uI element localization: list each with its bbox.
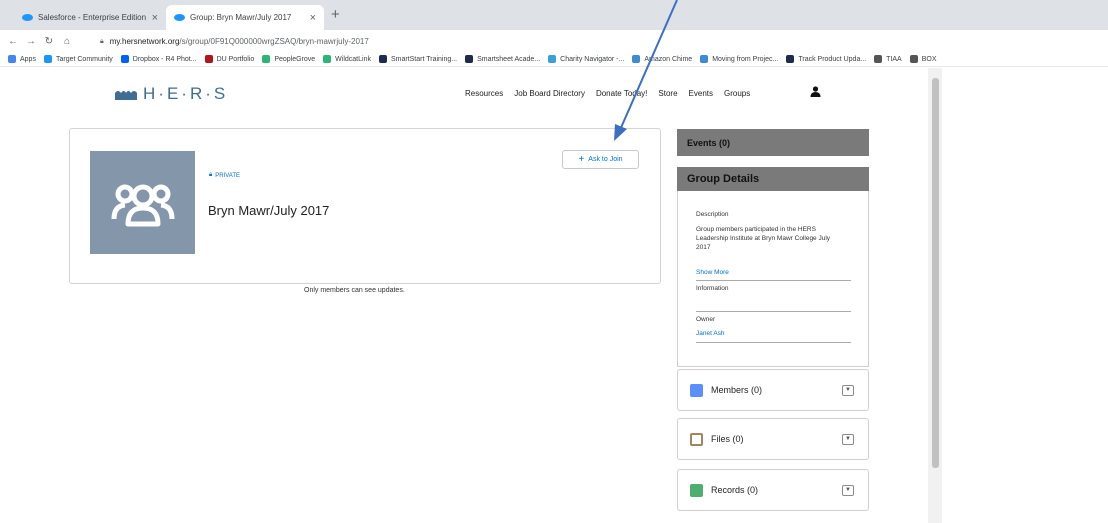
screen: Salesforce - Enterprise Edition × Group:… xyxy=(0,0,1108,523)
annotation-arrow xyxy=(614,0,678,141)
